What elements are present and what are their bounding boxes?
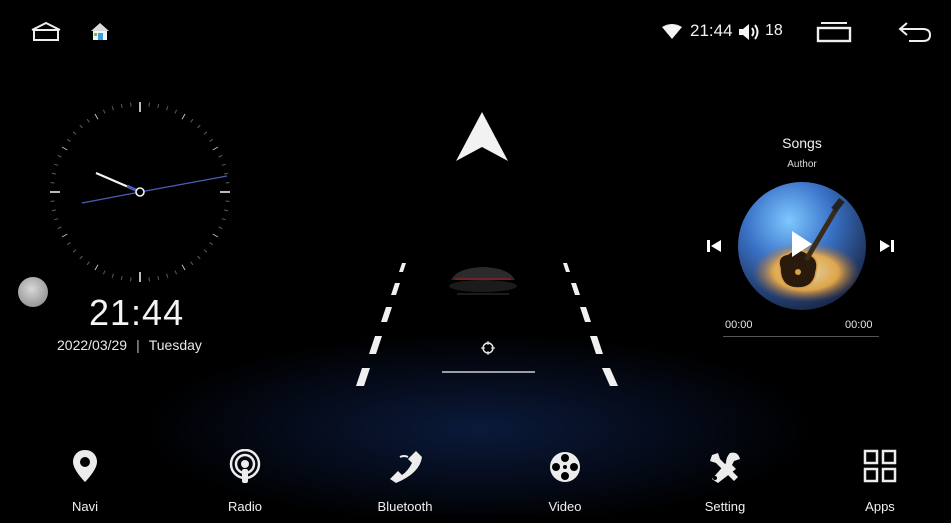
location-pin-icon — [30, 449, 140, 489]
clock-date-line: 2022/03/29 | Tuesday — [57, 337, 202, 353]
dock-label-navi: Navi — [71, 499, 98, 514]
floating-assistive-button[interactable] — [18, 277, 48, 307]
song-author: Author — [787, 159, 817, 170]
navigation-arrow-icon — [456, 112, 508, 161]
phone-icon — [350, 449, 460, 489]
dock-item-setting[interactable]: Setting — [670, 449, 780, 514]
dock-item-apps[interactable]: Apps — [825, 449, 935, 514]
apps-grid-icon — [825, 449, 935, 489]
wifi-icon — [661, 24, 683, 45]
dock-item-navi[interactable]: Navi — [30, 449, 140, 514]
status-time: 21:44 — [690, 21, 733, 40]
progress-bar[interactable] — [723, 336, 879, 337]
elapsed-time: 00:00 — [725, 319, 753, 331]
dock-label-bluetooth: Bluetooth — [377, 499, 433, 514]
volume-icon[interactable] — [737, 22, 763, 47]
total-time: 00:00 — [845, 319, 873, 331]
dock-item-bluetooth[interactable]: Bluetooth — [350, 449, 460, 514]
dock-label-setting: Setting — [704, 499, 746, 514]
back-icon[interactable] — [897, 21, 933, 48]
home-screen: 21:44 18 21:44 2022/03/29 | Tuesday Song… — [9, 9, 942, 515]
song-title: Songs — [782, 135, 822, 151]
home-app-icon[interactable] — [89, 21, 111, 46]
film-reel-icon — [510, 449, 620, 489]
recent-apps-icon[interactable] — [815, 20, 853, 49]
dock-item-radio[interactable]: Radio — [190, 448, 300, 514]
navigation-widget[interactable] — [339, 104, 629, 399]
clock-time: 21:44 — [89, 292, 185, 333]
clock-date: 2022/03/29 — [57, 337, 128, 353]
car-icon — [449, 267, 517, 295]
date-separator: | — [136, 337, 140, 353]
next-track-icon[interactable] — [879, 238, 895, 259]
home-outline-icon[interactable] — [29, 21, 63, 48]
crosshair-icon — [481, 341, 495, 355]
dock-label-apps: Apps — [865, 499, 895, 514]
tools-icon — [670, 449, 780, 489]
dock-item-video[interactable]: Video — [510, 449, 620, 514]
previous-track-icon[interactable] — [706, 238, 722, 259]
dock-label-video: Video — [548, 499, 582, 514]
clock-weekday: Tuesday — [148, 337, 202, 353]
radio-icon — [190, 448, 300, 489]
analog-clock[interactable] — [45, 97, 235, 292]
play-button[interactable] — [785, 229, 815, 264]
volume-level: 18 — [765, 22, 783, 39]
screen: { "status_bar": { "time": "21:44", "volu… — [0, 0, 951, 523]
dock-label-radio: Radio — [228, 499, 262, 514]
